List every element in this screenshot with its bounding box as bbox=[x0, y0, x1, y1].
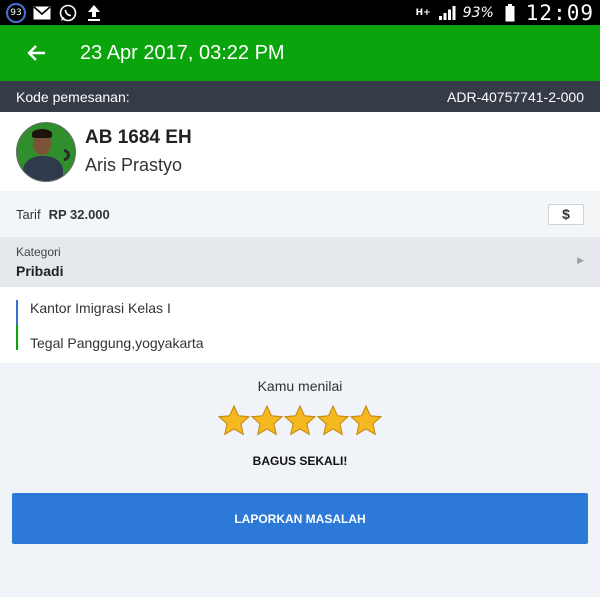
star-rating bbox=[0, 400, 600, 442]
fare-label: Tarif bbox=[16, 206, 41, 222]
booking-code-bar: Kode pemesanan: ADR-40757741-2-000 bbox=[0, 81, 600, 112]
category-label: Kategori bbox=[16, 245, 61, 259]
rating-label: Kamu menilai bbox=[257, 378, 343, 394]
star-icon[interactable] bbox=[217, 404, 251, 438]
clock: 12:09 bbox=[525, 0, 594, 25]
booking-code-label: Kode pemesanan: bbox=[16, 88, 130, 105]
vehicle-plate: AB 1684 EH bbox=[85, 127, 192, 148]
driver-name: Aris Prastyo bbox=[85, 155, 183, 175]
chevron-right-icon: ▶ bbox=[577, 255, 584, 265]
rating-verdict: BAGUS SEKALI! bbox=[252, 454, 348, 468]
mail-icon bbox=[32, 4, 52, 22]
star-icon[interactable] bbox=[316, 404, 350, 438]
booking-code-value: ADR-40757741-2-000 bbox=[447, 88, 584, 105]
star-icon[interactable] bbox=[349, 404, 383, 438]
fare-row: Tarif RP 32.000 $ bbox=[0, 191, 600, 237]
driver-avatar bbox=[16, 121, 76, 182]
pickup-location: Kantor Imigrasi Kelas I bbox=[30, 300, 171, 316]
network-type-icon: H+ bbox=[415, 7, 431, 18]
report-problem-button[interactable]: LAPORKAN MASALAH bbox=[12, 493, 588, 544]
fare-detail-button[interactable]: $ bbox=[548, 203, 584, 225]
route-section: Kantor Imigrasi Kelas I Tegal Panggung,y… bbox=[0, 287, 600, 363]
notification-count-badge: 93 bbox=[6, 2, 26, 23]
rating-section: Kamu menilai BAGUS SEKALI! bbox=[0, 363, 600, 468]
category-row[interactable]: Kategori Pribadi ▶ bbox=[0, 237, 600, 287]
back-button[interactable] bbox=[0, 25, 72, 81]
star-icon[interactable] bbox=[283, 404, 317, 438]
upload-icon bbox=[84, 4, 104, 22]
signal-icon bbox=[437, 4, 457, 22]
arrow-left-icon bbox=[27, 45, 45, 61]
battery-icon bbox=[500, 3, 520, 22]
page-title: 23 Apr 2017, 03:22 PM bbox=[80, 41, 285, 64]
battery-level: 93% bbox=[462, 4, 494, 21]
app-bar: 23 Apr 2017, 03:22 PM bbox=[0, 25, 600, 81]
dropoff-marker-line bbox=[16, 325, 18, 350]
category-value: Pribadi bbox=[16, 263, 64, 279]
star-icon[interactable] bbox=[250, 404, 284, 438]
driver-card: AB 1684 EH Aris Prastyo bbox=[0, 112, 600, 191]
dollar-icon: $ bbox=[562, 206, 570, 222]
dropoff-location: Tegal Panggung,yogyakarta bbox=[30, 335, 204, 351]
fare-amount: RP 32.000 bbox=[48, 206, 110, 222]
status-bar: 93 H+ 93% 12:09 bbox=[0, 0, 600, 25]
pickup-marker-line bbox=[16, 300, 18, 325]
whatsapp-icon bbox=[58, 4, 78, 22]
